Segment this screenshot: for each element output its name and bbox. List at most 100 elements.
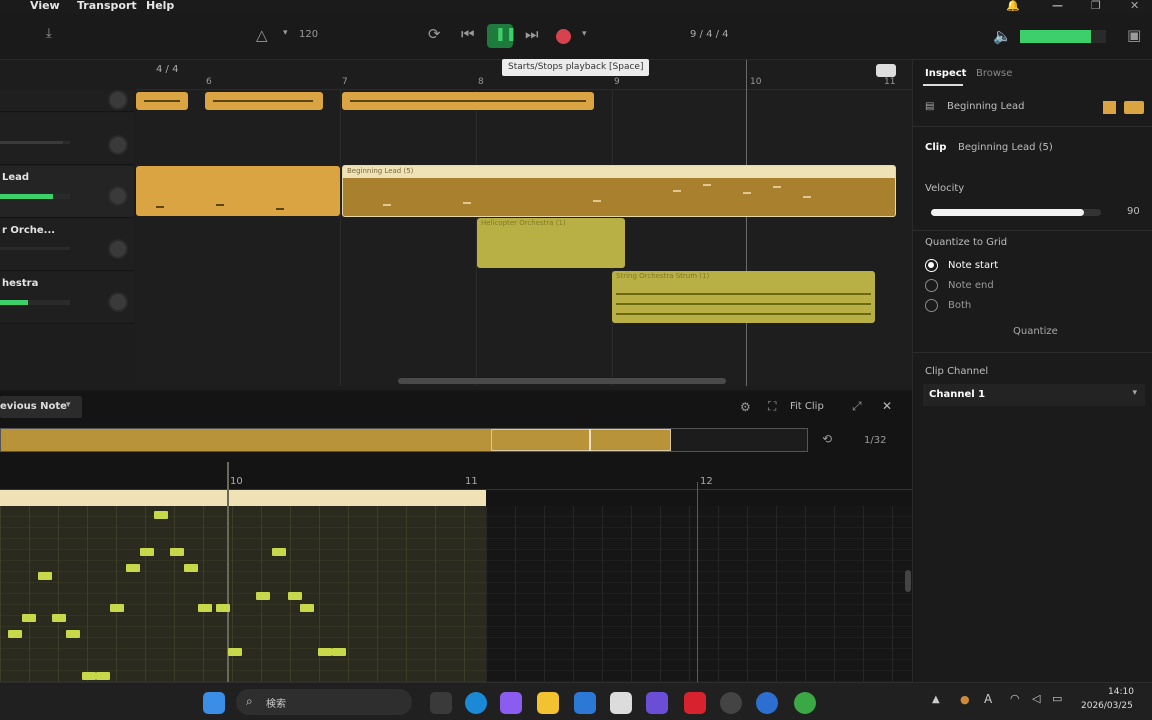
clip[interactable]: String Orchestra Strum (1) [612, 271, 875, 323]
midi-note[interactable] [272, 548, 286, 556]
master-volume-meter[interactable] [1020, 30, 1106, 43]
copilot-icon[interactable] [500, 692, 522, 714]
midi-note[interactable] [126, 564, 140, 572]
clock-time[interactable]: 14:10 [1108, 687, 1134, 697]
file-explorer-icon[interactable] [537, 692, 559, 714]
skip-forward-icon[interactable]: ⏭ [525, 25, 539, 43]
playhead[interactable] [746, 60, 747, 386]
loop-toggle-icon[interactable]: ⟲ [822, 432, 832, 446]
radio-both[interactable] [925, 299, 938, 312]
clip[interactable] [342, 92, 594, 110]
chrome-icon[interactable] [794, 692, 816, 714]
notification-icon[interactable]: 🔔 [1006, 0, 1020, 12]
task-view-icon[interactable] [430, 692, 452, 714]
taskbar-search[interactable]: ⌕ 検索 [236, 689, 412, 715]
clip-overview-strip[interactable] [0, 428, 808, 452]
midi-note[interactable] [154, 511, 168, 519]
chevron-down-icon[interactable]: ▾ [283, 28, 288, 38]
option-both[interactable]: Both [948, 300, 971, 311]
track-header[interactable] [0, 113, 134, 165]
midi-note[interactable] [216, 604, 230, 612]
track-instrument-icon[interactable] [1124, 101, 1144, 114]
tempo-value[interactable]: 120 [299, 29, 318, 40]
editor-ruler[interactable]: 10 11 12 [0, 474, 912, 490]
mail-icon[interactable] [574, 692, 596, 714]
midi-note[interactable] [38, 572, 52, 580]
clip[interactable] [136, 166, 340, 216]
midi-note[interactable] [288, 592, 302, 600]
chrome-icon[interactable] [756, 692, 778, 714]
settings-icon[interactable]: ⚙ [740, 400, 751, 414]
tab-inspect[interactable]: Inspect [925, 68, 966, 79]
grid-quantization[interactable]: 1/32 [864, 435, 886, 446]
midi-note[interactable] [318, 648, 332, 656]
midi-note[interactable] [256, 592, 270, 600]
track-header[interactable] [0, 90, 134, 112]
midi-note[interactable] [170, 548, 184, 556]
note-grid[interactable] [486, 506, 912, 682]
close-window-icon[interactable]: ✕ [1130, 0, 1139, 12]
battery-icon[interactable]: ▭ [1052, 692, 1062, 705]
play-pause-button[interactable]: ❚❚ [487, 24, 517, 48]
wifi-icon[interactable]: ◠ [1010, 692, 1020, 705]
tab-browse[interactable]: Browse [976, 68, 1012, 79]
metronome-icon[interactable]: △ [256, 26, 268, 44]
pan-knob[interactable] [108, 239, 128, 259]
loop-icon[interactable]: ⟳ [428, 25, 441, 43]
menu-transport[interactable]: Transport [77, 0, 137, 12]
track-header[interactable]: r Orche... [0, 219, 134, 271]
quantize-button[interactable]: Quantize [1013, 326, 1058, 337]
velocity-slider[interactable] [931, 209, 1101, 216]
midi-note[interactable] [228, 648, 242, 656]
midi-note[interactable] [8, 630, 22, 638]
previous-note-dropdown[interactable]: evious Note ▾ [0, 396, 82, 418]
pan-knob[interactable] [108, 90, 128, 110]
menu-help[interactable]: Help [146, 0, 174, 12]
midi-note[interactable] [22, 614, 36, 622]
track-color-swatch[interactable] [1103, 101, 1116, 114]
vertical-scrollbar[interactable] [905, 570, 911, 592]
clip[interactable]: Helicopter Orchestra (1) [477, 218, 625, 268]
skip-back-icon[interactable]: ⏮ [461, 25, 475, 43]
app-icon[interactable] [720, 692, 742, 714]
option-note-start[interactable]: Note start [948, 260, 998, 271]
clip-region-header[interactable] [0, 490, 486, 506]
record-button[interactable] [556, 29, 571, 44]
midi-note[interactable] [140, 548, 154, 556]
midi-note[interactable] [66, 630, 80, 638]
volume-icon[interactable]: 🔈 [993, 27, 1012, 45]
clip[interactable] [205, 92, 323, 110]
record-options-chevron-icon[interactable]: ▾ [582, 29, 587, 39]
horizontal-scrollbar[interactable] [398, 378, 726, 384]
panel-toggle-icon[interactable]: ▣ [1127, 26, 1141, 44]
radio-note-end[interactable] [925, 279, 938, 292]
clip[interactable] [136, 92, 188, 110]
track-name-label[interactable]: Beginning Lead [947, 101, 1024, 112]
clock-date[interactable]: 2026/03/25 [1081, 701, 1133, 711]
tray-chevron-icon[interactable]: ▲ [932, 694, 940, 705]
midi-note[interactable] [82, 672, 96, 680]
option-note-end[interactable]: Note end [948, 280, 994, 291]
pan-knob[interactable] [108, 186, 128, 206]
app-icon[interactable] [684, 692, 706, 714]
store-icon[interactable] [610, 692, 632, 714]
channel-select[interactable]: Channel 1 ▾ [923, 384, 1145, 406]
midi-note[interactable] [110, 604, 124, 612]
mic-icon[interactable]: ● [960, 693, 970, 706]
ime-icon[interactable]: A [984, 692, 992, 706]
export-icon[interactable]: ⤓ [46, 26, 52, 41]
fit-clip-button[interactable]: Fit Clip [790, 401, 824, 412]
midi-note[interactable] [96, 672, 110, 680]
edge-icon[interactable] [465, 692, 487, 714]
track-header-lead[interactable]: Lead [0, 166, 134, 218]
loop-region-icon[interactable] [876, 64, 896, 77]
pan-knob[interactable] [108, 292, 128, 312]
speaker-icon[interactable]: ◁ [1032, 692, 1040, 705]
midi-note[interactable] [184, 564, 198, 572]
maximize-icon[interactable]: ❐ [1091, 0, 1101, 12]
minimize-icon[interactable]: — [1052, 0, 1063, 12]
clip-beginning-lead-selected[interactable]: Beginning Lead (5) [342, 165, 896, 217]
start-icon[interactable] [203, 692, 225, 714]
clip-name[interactable]: Beginning Lead (5) [958, 142, 1053, 153]
track-header[interactable]: hestra [0, 272, 134, 324]
